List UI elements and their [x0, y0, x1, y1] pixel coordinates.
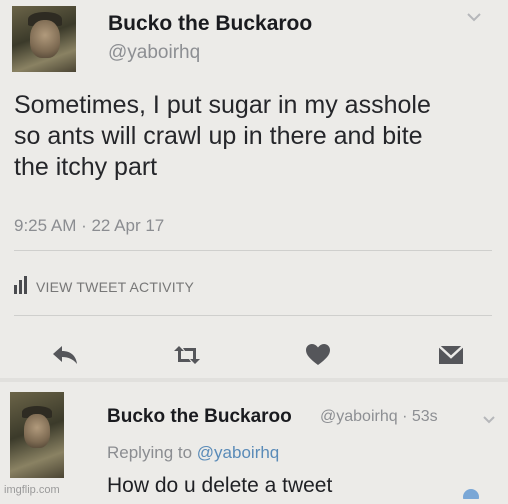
view-tweet-activity-label: VIEW TWEET ACTIVITY — [36, 279, 195, 295]
replying-to-prefix: Replying to — [107, 443, 193, 462]
avatar[interactable] — [10, 392, 64, 478]
blue-dot-icon — [460, 486, 482, 504]
avatar-face — [30, 20, 60, 58]
like-icon[interactable] — [301, 340, 335, 370]
avatar[interactable] — [12, 6, 76, 72]
reply-text: How do u delete a tweet — [107, 474, 333, 497]
retweet-icon[interactable] — [170, 340, 204, 370]
tweet-timestamp[interactable]: 9:25 AM · 22 Apr 17 — [14, 216, 164, 236]
tweet-text: Sometimes, I put sugar in my asshole so … — [14, 90, 494, 183]
author-name[interactable]: Bucko the Buckaroo — [108, 12, 312, 36]
tweet-actions — [0, 340, 508, 370]
main-tweet: Bucko the Buckaroo @yaboirhq Sometimes, … — [0, 0, 508, 378]
chevron-down-icon[interactable] — [482, 412, 496, 430]
replying-to-handle[interactable]: @yaboirhq — [197, 443, 279, 462]
tweet-text-line: so ants will crawl up in there and bite — [14, 122, 423, 150]
tweet-separator — [0, 378, 508, 382]
replying-to: Replying to @yaboirhq — [107, 443, 279, 463]
view-tweet-activity[interactable]: VIEW TWEET ACTIVITY — [14, 275, 194, 299]
chevron-down-icon[interactable] — [466, 10, 482, 28]
watermark: imgflip.com — [4, 484, 60, 496]
author-handle[interactable]: @yaboirhq — [108, 42, 200, 64]
tweet-text-line: the itchy part — [14, 153, 158, 181]
reply-author-name[interactable]: Bucko the Buckaroo — [107, 406, 292, 428]
reply-icon[interactable] — [48, 340, 82, 370]
divider — [14, 250, 492, 251]
avatar-face — [24, 414, 50, 448]
reply-handle-time[interactable]: @yaboirhq · 53s — [320, 408, 438, 426]
tweet-text-line: Sometimes, I put sugar in my asshole — [14, 91, 431, 119]
bar-chart-icon — [14, 275, 28, 299]
message-icon[interactable] — [434, 340, 468, 370]
divider — [14, 315, 492, 316]
